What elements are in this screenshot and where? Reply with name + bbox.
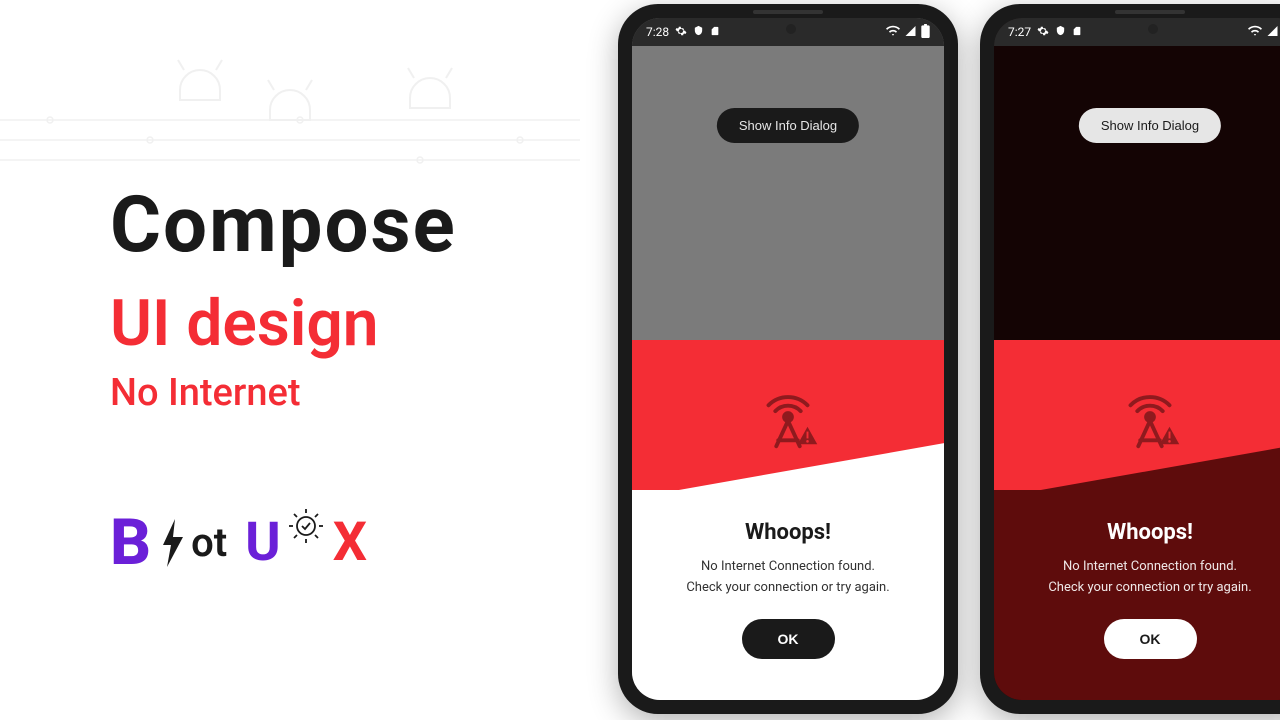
logo-letter-x: X xyxy=(333,511,367,574)
phone-camera xyxy=(1148,24,1158,34)
wifi-icon xyxy=(886,25,900,40)
settings-icon xyxy=(675,25,687,40)
lightbulb-check-icon xyxy=(285,505,327,547)
sheet-body: Whoops! No Internet Connection found. Ch… xyxy=(994,490,1280,700)
signal-icon xyxy=(904,25,917,40)
no-signal-antenna-icon xyxy=(1111,376,1189,458)
signal-icon xyxy=(1266,25,1279,40)
logo-letters-ot: ot xyxy=(191,519,227,566)
ok-button[interactable]: OK xyxy=(742,619,835,659)
phone-screen: 7:27 xyxy=(994,18,1280,700)
phone-mockups: 7:28 xyxy=(618,4,1280,714)
settings-icon xyxy=(1037,25,1049,40)
sheet-message-line1: No Internet Connection found. xyxy=(1063,557,1237,578)
phone-speaker xyxy=(753,10,823,14)
title-ui-design: UI design xyxy=(110,286,520,361)
phone-screen: 7:28 xyxy=(632,18,944,700)
shield-icon xyxy=(693,25,704,39)
status-time: 7:27 xyxy=(1008,25,1031,39)
battery-icon xyxy=(921,24,930,41)
bottom-sheet: Whoops! No Internet Connection found. Ch… xyxy=(632,340,944,700)
sheet-message-line2: Check your connection or try again. xyxy=(1048,578,1251,599)
sdcard-icon xyxy=(710,25,720,40)
sheet-title: Whoops! xyxy=(1107,520,1193,545)
phone-light: 7:28 xyxy=(618,4,958,714)
sheet-body: Whoops! No Internet Connection found. Ch… xyxy=(632,490,944,700)
show-info-dialog-button[interactable]: Show Info Dialog xyxy=(1079,108,1221,143)
phone-dark: 7:27 xyxy=(980,4,1280,714)
logo-letter-b: B xyxy=(110,505,151,580)
show-info-dialog-button[interactable]: Show Info Dialog xyxy=(717,108,859,143)
title-compose: Compose xyxy=(110,180,520,271)
no-signal-antenna-icon xyxy=(749,376,827,458)
status-bar: 7:27 xyxy=(994,18,1280,46)
ok-button[interactable]: OK xyxy=(1104,619,1197,659)
left-panel: Compose UI design No Internet B ot U X xyxy=(0,0,560,720)
wifi-icon xyxy=(1248,25,1262,40)
logo-letter-u: U xyxy=(245,511,281,574)
phone-camera xyxy=(786,24,796,34)
bolt-icon xyxy=(157,517,189,569)
phone-speaker xyxy=(1115,10,1185,14)
botux-logo: B ot U X xyxy=(110,505,520,580)
bottom-sheet: Whoops! No Internet Connection found. Ch… xyxy=(994,340,1280,700)
shield-icon xyxy=(1055,25,1066,39)
status-time: 7:28 xyxy=(646,25,669,39)
sheet-title: Whoops! xyxy=(745,520,831,545)
subtitle-no-internet: No Internet xyxy=(110,371,520,415)
sdcard-icon xyxy=(1072,25,1082,40)
sheet-message-line1: No Internet Connection found. xyxy=(701,557,875,578)
sheet-message-line2: Check your connection or try again. xyxy=(686,578,889,599)
